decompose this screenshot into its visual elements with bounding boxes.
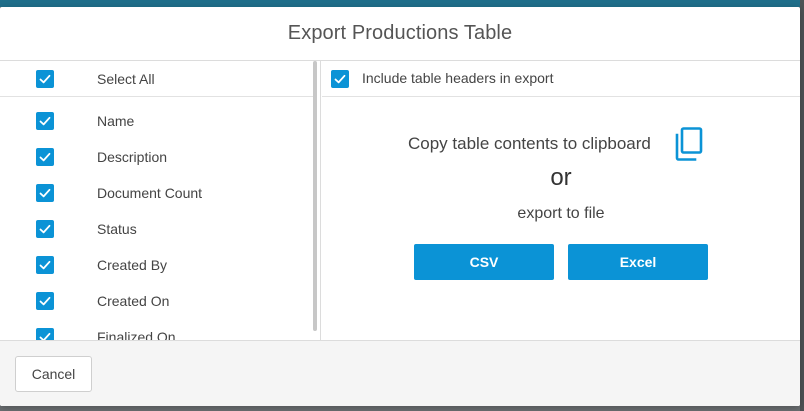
checkmark-icon (39, 188, 51, 198)
column-checkbox-finalized-on[interactable] (36, 328, 54, 340)
excel-export-button[interactable]: Excel (568, 244, 708, 280)
checkmark-icon (39, 152, 51, 162)
select-all-row[interactable]: Select All (0, 61, 316, 97)
checkmark-icon (39, 332, 51, 340)
cancel-button[interactable]: Cancel (15, 356, 92, 392)
include-headers-label: Include table headers in export (362, 70, 554, 86)
export-options-panel: Include table headers in export Copy tab… (322, 61, 800, 340)
or-separator: or (550, 164, 572, 191)
dialog-title: Export Productions Table (287, 22, 513, 44)
checkmark-icon (39, 74, 51, 83)
column-row-created-on[interactable]: Created On (0, 283, 316, 319)
column-checkbox-name[interactable] (36, 112, 54, 130)
column-checkbox-created-by[interactable] (36, 256, 54, 274)
column-row-name[interactable]: Name (0, 103, 316, 139)
dialog-footer: Cancel (0, 340, 800, 406)
column-checkbox-created-on[interactable] (36, 292, 54, 310)
copy-to-clipboard-text: Copy table contents to clipboard (408, 134, 651, 153)
include-headers-checkbox[interactable] (331, 70, 349, 88)
select-all-checkbox[interactable] (36, 69, 54, 88)
checkmark-icon (334, 74, 346, 84)
column-list-scrollbar[interactable] (313, 61, 317, 331)
column-row-finalized-on[interactable]: Finalized On (0, 319, 316, 340)
column-label: Created By (97, 257, 168, 273)
column-label: Finalized On (97, 329, 176, 340)
column-label: Description (97, 149, 168, 165)
checkmark-icon (39, 296, 51, 306)
column-label: Name (97, 113, 135, 129)
checkmark-icon (39, 260, 51, 270)
backdrop-header-strip (0, 0, 804, 7)
checkmark-icon (39, 224, 51, 234)
select-all-label: Select All (97, 70, 155, 87)
column-checkbox-status[interactable] (36, 220, 54, 238)
csv-export-button[interactable]: CSV (414, 244, 554, 280)
column-row-document-count[interactable]: Document Count (0, 175, 316, 211)
copy-icon[interactable] (674, 127, 704, 161)
column-row-created-by[interactable]: Created By (0, 247, 316, 283)
include-headers-row[interactable]: Include table headers in export (322, 61, 800, 97)
checkmark-icon (39, 116, 51, 126)
export-to-file-text: export to file (517, 205, 605, 222)
column-checkbox-document-count[interactable] (36, 184, 54, 202)
column-row-description[interactable]: Description (0, 139, 316, 175)
column-label: Created On (97, 293, 170, 309)
backdrop-edge (800, 0, 804, 411)
export-dialog: Export Productions Table Select All Name… (0, 7, 800, 406)
dialog-header: Export Productions Table (0, 7, 800, 61)
column-label: Status (97, 221, 137, 237)
column-label: Document Count (97, 185, 203, 201)
column-checkbox-description[interactable] (36, 148, 54, 166)
column-selection-panel: Select All Name Description Document Cou… (0, 61, 321, 340)
column-row-status[interactable]: Status (0, 211, 316, 247)
